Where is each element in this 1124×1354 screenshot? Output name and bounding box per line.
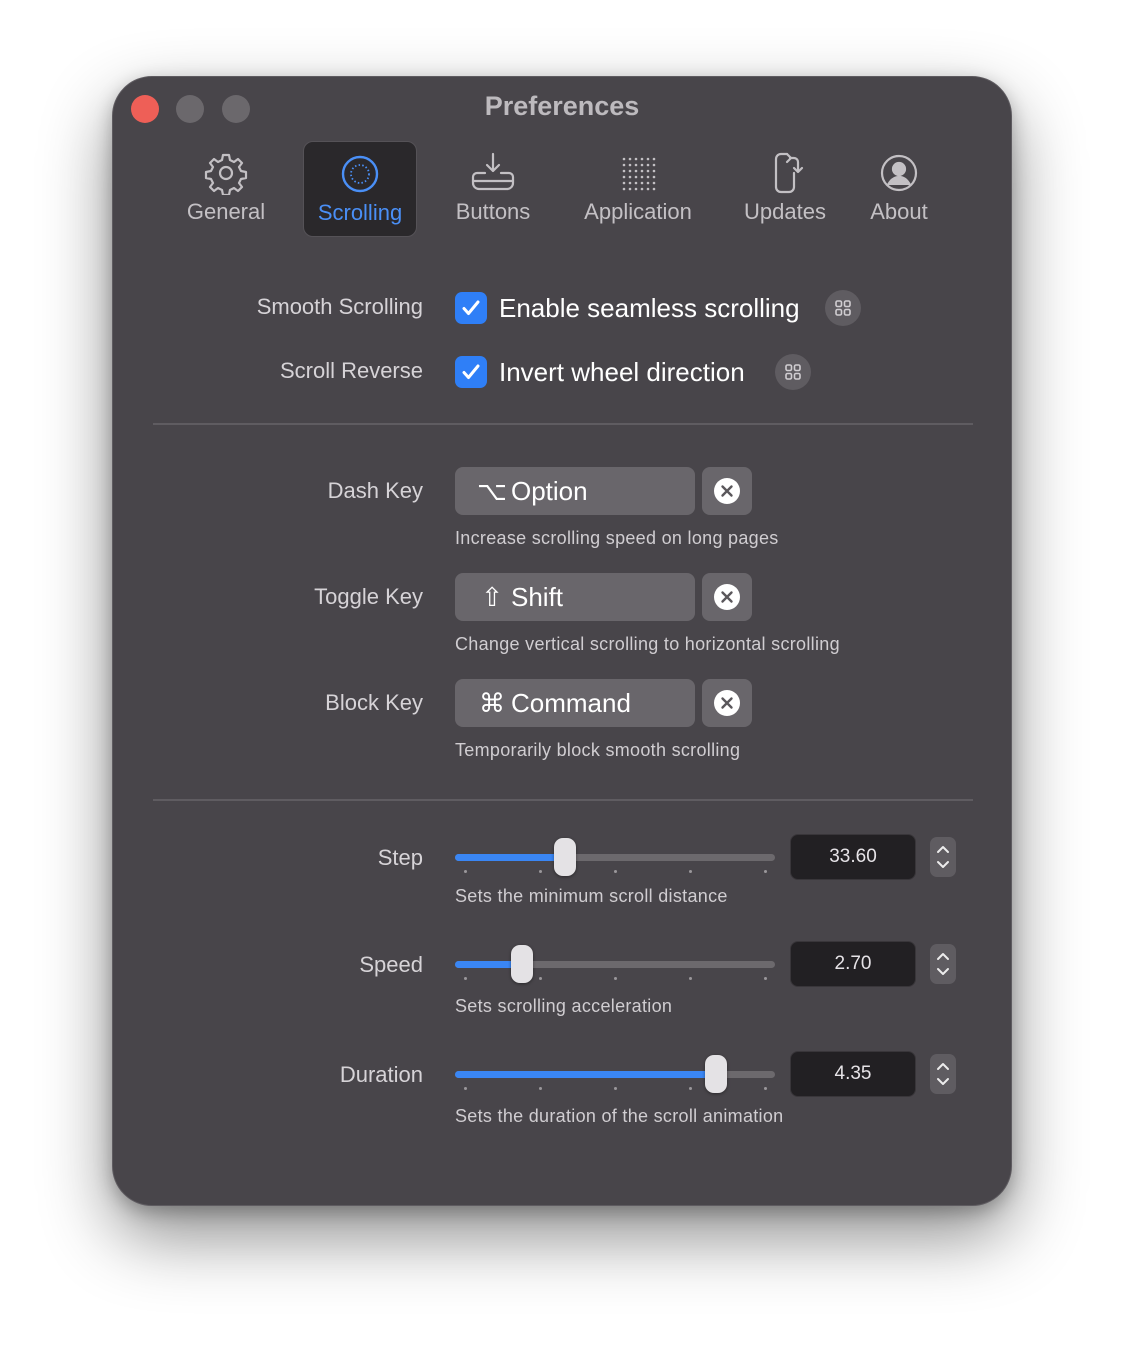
step-slider-knob[interactable] bbox=[554, 838, 576, 876]
duration-hint: Sets the duration of the scroll animatio… bbox=[455, 1106, 784, 1126]
shift-key-icon: ⇧ bbox=[481, 581, 503, 612]
clear-icon bbox=[714, 478, 740, 504]
step-slider[interactable] bbox=[455, 837, 775, 877]
speed-slider[interactable] bbox=[455, 944, 775, 984]
clear-icon bbox=[714, 690, 740, 716]
block-key-value: Command bbox=[511, 687, 631, 718]
app-grid-icon bbox=[785, 364, 801, 380]
checkmark-icon bbox=[462, 364, 480, 379]
step-label: Step bbox=[377, 845, 423, 870]
tab-application[interactable]: Application bbox=[573, 141, 703, 237]
block-key-hint: Temporarily block smooth scrolling bbox=[455, 740, 741, 760]
option-key-icon: ⌥ bbox=[477, 475, 507, 506]
tab-updates[interactable]: Updates bbox=[737, 141, 833, 237]
duration-value-field[interactable]: 4.35 bbox=[790, 1051, 916, 1097]
preferences-window: Preferences General Scrolling Buttons Ap… bbox=[112, 76, 1012, 1206]
scroll-reverse-label: Scroll Reverse bbox=[279, 358, 423, 383]
toggle-key-hint: Change vertical scrolling to horizontal … bbox=[455, 634, 840, 654]
scroll-circle-icon bbox=[304, 152, 416, 196]
speed-stepper[interactable] bbox=[930, 944, 956, 984]
tab-general[interactable]: General bbox=[177, 141, 275, 237]
step-value-field[interactable]: 33.60 bbox=[790, 834, 916, 880]
stepper-arrows-icon bbox=[937, 846, 949, 868]
step-stepper[interactable] bbox=[930, 837, 956, 877]
speed-slider-knob[interactable] bbox=[511, 945, 533, 983]
toggle-key-value: Shift bbox=[511, 581, 564, 612]
refresh-device-icon bbox=[737, 151, 833, 195]
dash-key-clear-button[interactable] bbox=[702, 467, 752, 515]
tab-scrolling[interactable]: Scrolling bbox=[303, 141, 417, 237]
tab-about[interactable]: About bbox=[857, 141, 941, 237]
dash-key-recorder[interactable]: ⌥ Option bbox=[455, 467, 695, 515]
smooth-scrolling-label: Smooth Scrolling bbox=[256, 294, 423, 319]
gear-icon bbox=[177, 151, 275, 195]
speed-value-field[interactable]: 2.70 bbox=[790, 941, 916, 987]
dot-grid-icon bbox=[573, 151, 703, 195]
window-title: Preferences bbox=[484, 91, 640, 121]
stepper-arrows-icon bbox=[937, 1063, 949, 1085]
section-divider bbox=[153, 423, 973, 425]
smooth-scrolling-checkbox[interactable] bbox=[455, 292, 487, 324]
toggle-key-recorder[interactable]: ⇧ Shift bbox=[455, 573, 695, 621]
command-key-icon: ⌘ bbox=[479, 687, 505, 718]
tray-download-icon bbox=[445, 151, 541, 195]
speed-hint: Sets scrolling acceleration bbox=[455, 996, 673, 1016]
dash-key-value: Option bbox=[511, 475, 588, 506]
tab-buttons[interactable]: Buttons bbox=[445, 141, 541, 237]
duration-stepper[interactable] bbox=[930, 1054, 956, 1094]
dash-key-hint: Increase scrolling speed on long pages bbox=[455, 528, 779, 548]
checkmark-icon bbox=[462, 300, 480, 315]
scroll-reverse-checkbox[interactable] bbox=[455, 356, 487, 388]
duration-slider[interactable] bbox=[455, 1054, 775, 1094]
smooth-scrolling-text[interactable]: Enable seamless scrolling bbox=[499, 293, 800, 324]
smooth-scrolling-apps-button[interactable] bbox=[825, 290, 861, 326]
step-hint: Sets the minimum scroll distance bbox=[455, 886, 728, 906]
block-key-clear-button[interactable] bbox=[702, 679, 752, 727]
toggle-key-label: Toggle Key bbox=[314, 584, 423, 609]
block-key-label: Block Key bbox=[325, 690, 423, 715]
scroll-reverse-apps-button[interactable] bbox=[775, 354, 811, 390]
duration-slider-knob[interactable] bbox=[705, 1055, 727, 1093]
dash-key-label: Dash Key bbox=[327, 478, 423, 503]
speed-label: Speed bbox=[359, 952, 423, 977]
duration-label: Duration bbox=[339, 1062, 423, 1087]
scroll-reverse-text[interactable]: Invert wheel direction bbox=[499, 357, 745, 388]
toggle-key-clear-button[interactable] bbox=[702, 573, 752, 621]
section-divider bbox=[153, 799, 973, 801]
block-key-recorder[interactable]: ⌘ Command bbox=[455, 679, 695, 727]
person-circle-icon bbox=[857, 151, 941, 195]
stepper-arrows-icon bbox=[937, 953, 949, 975]
clear-icon bbox=[714, 584, 740, 610]
app-grid-icon bbox=[835, 300, 851, 316]
